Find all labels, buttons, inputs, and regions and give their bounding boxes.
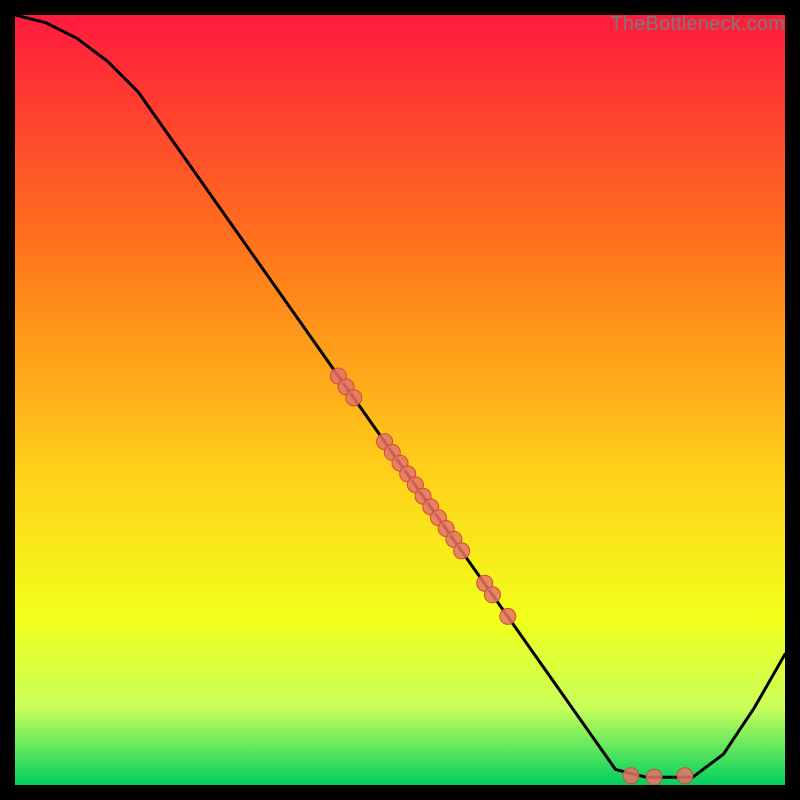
- scatter-dot: [500, 608, 516, 624]
- chart-frame: TheBottleneck.com: [15, 15, 785, 785]
- chart-plot: [15, 15, 785, 785]
- scatter-dot: [646, 769, 662, 785]
- scatter-dot: [484, 587, 500, 603]
- scatter-dot: [454, 543, 470, 559]
- scatter-dot: [346, 390, 362, 406]
- gradient-background: [15, 15, 785, 785]
- scatter-dot: [623, 768, 639, 784]
- watermark-text: TheBottleneck.com: [610, 13, 785, 36]
- scatter-dot: [677, 768, 693, 784]
